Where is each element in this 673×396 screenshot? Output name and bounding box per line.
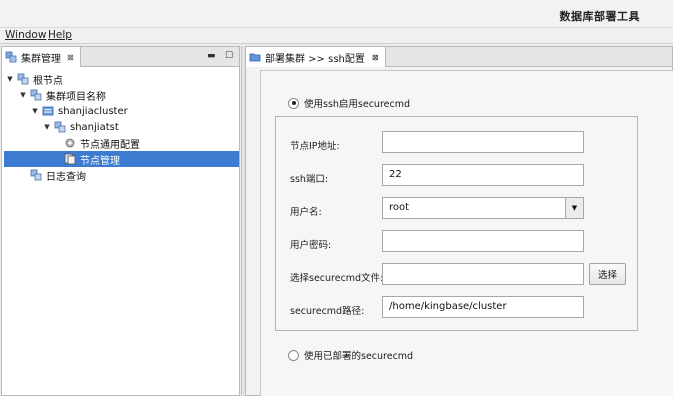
cluster-view-icon [5,51,17,63]
username-label: 用户名: [290,207,322,218]
menu-help[interactable]: Help [48,29,72,41]
tree-node-root[interactable]: ▼ 根节点 [5,71,63,87]
folder-icon [249,53,261,62]
title-bar: 数据库部署工具 [0,0,673,28]
radio-use-ssh-label: 使用ssh启用securecmd [304,99,411,110]
minimize-icon[interactable]: ▬ [207,51,216,61]
ssh-config-form: 使用ssh启用securecmd 节点IP地址: ssh端口: 22 用户名: … [260,70,673,396]
cluster-view-icon [54,121,66,133]
ssh-settings-group: 节点IP地址: ssh端口: 22 用户名: root ▼ 用户密码: 选择se… [275,116,638,331]
menu-window[interactable]: Window [5,29,46,41]
chevron-down-icon[interactable]: ▼ [18,91,28,99]
close-icon[interactable]: ⊠ [67,53,74,62]
tree-node-label: shanjiatst [70,121,119,133]
securecmd-path-label: securecmd路径: [290,306,365,317]
chevron-down-icon[interactable]: ▼ [5,75,15,83]
editor-tabstrip: 部署集群 >> ssh配置 ⊠ [246,47,672,67]
cluster-view-icon [30,89,42,101]
radio-use-deployed-label: 使用已部署的securecmd [304,351,414,362]
tree-node-label: 根节点 [33,75,63,87]
tab-ssh-config[interactable]: 部署集群 >> ssh配置 ⊠ [246,47,386,67]
tab-cluster-management[interactable]: 集群管理 ⊠ [2,47,81,67]
radio-button-checked[interactable] [288,97,299,109]
tree-node-label: 节点管理 [80,155,120,167]
chevron-down-icon[interactable]: ▼ [565,198,583,218]
cluster-management-view: 集群管理 ⊠ ▬ ☐ ▼ 根节点 ▼ 集群项目名称 ▼ shanjiaclust… [1,46,240,396]
left-tabstrip: 集群管理 ⊠ ▬ ☐ [2,47,239,67]
tree-node-label: 日志查询 [46,171,86,183]
securecmd-path-field[interactable]: /home/kingbase/cluster [382,296,584,318]
ip-label: 节点IP地址: [290,141,340,152]
tree-node-node-manage[interactable]: 节点管理 [4,151,239,167]
password-field[interactable] [382,230,584,252]
password-label: 用户密码: [290,240,332,251]
username-select[interactable]: root ▼ [382,197,584,219]
port-field[interactable]: 22 [382,164,584,186]
chevron-down-icon[interactable]: ▼ [42,123,52,131]
radio-use-ssh[interactable]: 使用ssh启用securecmd [288,96,410,110]
username-select-value: root [389,202,410,213]
tree-node-label: shanjiacluster [58,105,128,117]
ip-field[interactable] [382,131,584,153]
menu-bar: Window Help [0,28,673,44]
server-icon [64,153,76,165]
radio-use-deployed[interactable]: 使用已部署的securecmd [288,348,413,362]
port-label: ssh端口: [290,174,329,185]
tab-ssh-config-label: 部署集群 >> ssh配置 [265,53,365,65]
radio-button-unchecked[interactable] [288,349,299,361]
tree-node-label: 节点通用配置 [80,139,140,151]
maximize-icon[interactable]: ☐ [225,51,233,61]
server-icon [42,106,54,116]
tab-cluster-management-label: 集群管理 [21,53,61,65]
tree-node-project[interactable]: ▼ 集群项目名称 [18,87,106,103]
tree-node-log-query[interactable]: 日志查询 [18,167,86,183]
gear-icon [65,138,75,148]
tree-node-host[interactable]: ▼ shanjiatst [42,119,119,135]
cluster-view-icon [30,169,42,181]
securecmd-file-field[interactable] [382,263,584,285]
window-title: 数据库部署工具 [559,10,640,23]
tree-node-common-config[interactable]: 节点通用配置 [64,135,140,151]
tree-node-label: 集群项目名称 [46,91,106,103]
choose-file-button[interactable]: 选择 [589,263,626,285]
tree-node-cluster[interactable]: ▼ shanjiacluster [30,103,128,119]
editor-area: 部署集群 >> ssh配置 ⊠ 使用ssh启用securecmd 节点IP地址:… [245,46,673,396]
chevron-down-icon[interactable]: ▼ [30,107,40,115]
close-icon[interactable]: ⊠ [372,53,379,62]
securecmd-file-label: 选择securecmd文件: [290,273,384,284]
cluster-view-icon [17,73,29,85]
